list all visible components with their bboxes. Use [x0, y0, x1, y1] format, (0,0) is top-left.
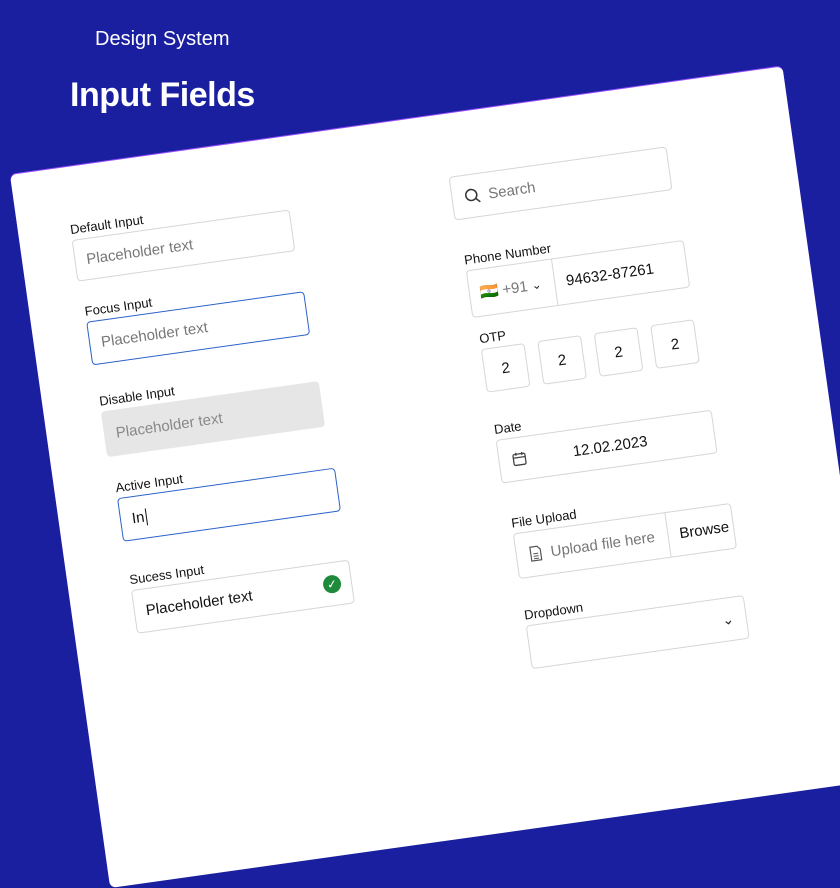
page-title: Input Fields [70, 76, 255, 114]
calendar-icon [512, 451, 527, 467]
placeholder: Placeholder text [99, 318, 209, 351]
otp-digit-1[interactable]: 2 [480, 343, 531, 393]
country-code-select[interactable]: 🇮🇳 +91 ⌄ [469, 273, 556, 303]
search-input[interactable]: Search [448, 146, 673, 221]
placeholder: Placeholder text [85, 235, 195, 268]
india-flag-icon: 🇮🇳 [478, 282, 500, 302]
placeholder: Search [487, 178, 537, 203]
date-value: 12.02.2023 [571, 432, 649, 460]
placeholder: Placeholder text [114, 409, 224, 442]
otp-digit-4[interactable]: 2 [650, 319, 700, 369]
input-fields-card: Default Input Placeholder text Focus Inp… [10, 66, 840, 888]
country-code: +91 [501, 277, 529, 298]
date-input[interactable]: 12.02.2023 [495, 409, 718, 484]
placeholder: Upload file here [549, 528, 656, 560]
otp-digit-2[interactable]: 2 [537, 335, 587, 385]
chevron-down-icon: ⌄ [720, 610, 735, 628]
input-value: Placeholder text [144, 586, 254, 619]
browse-button[interactable]: Browse [667, 518, 730, 543]
otp-label: OTP [478, 327, 507, 347]
input-value: In [130, 508, 146, 527]
subtitle: Design System [95, 28, 230, 50]
phone-value: 94632-87261 [564, 259, 655, 290]
chevron-down-icon: ⌄ [530, 277, 543, 293]
date-label: Date [493, 418, 523, 438]
check-icon: ✓ [321, 573, 343, 595]
otp-digit-3[interactable]: 2 [593, 327, 644, 377]
file-icon [529, 545, 543, 562]
